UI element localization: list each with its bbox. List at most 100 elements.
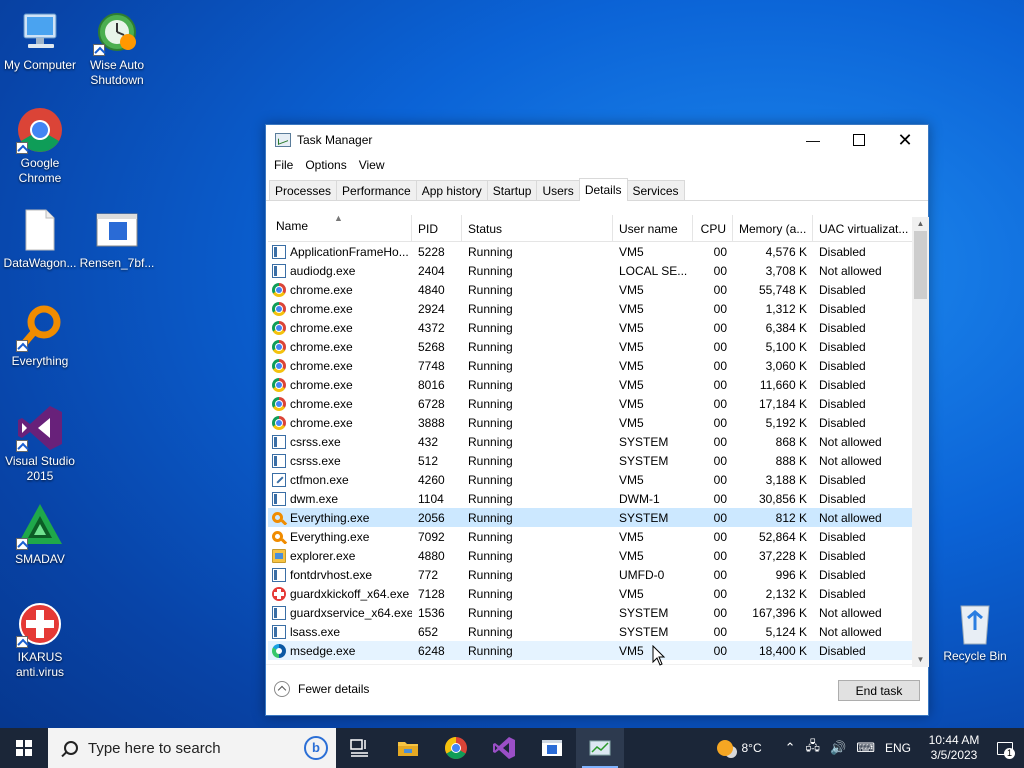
process-user: VM5	[619, 396, 644, 411]
table-row[interactable]: chrome.exe 4372 Running VM5 00 6,384 K Disable…	[268, 318, 914, 337]
process-pid: 1536	[418, 605, 445, 620]
process-memory: 55,748 K	[758, 282, 807, 297]
network-icon[interactable]: 🖧	[806, 737, 821, 759]
tab-users[interactable]: Users	[536, 180, 580, 200]
table-row[interactable]: audiodg.exe 2404 Running LOCAL SE... 00 3,708…	[268, 261, 914, 280]
desktop-icon-ikarus[interactable]: IKARUS anti.virus	[0, 600, 80, 680]
table-row[interactable]: chrome.exe 6728 Running VM5 00 17,184 K Disabl…	[268, 394, 914, 413]
table-row[interactable]: chrome.exe 4840 Running VM5 00 55,748 K Disabl…	[268, 280, 914, 299]
desktop-icon-smadav[interactable]: SMADAV	[0, 502, 80, 567]
tab-performance[interactable]: Performance	[336, 180, 417, 200]
vertical-scrollbar[interactable]: ▲ ▼	[912, 217, 929, 667]
table-row[interactable]: Everything.exe 7092 Running VM5 00 52,864 K Di…	[268, 527, 914, 546]
app-icon	[272, 263, 286, 278]
maximize-button[interactable]	[836, 125, 882, 155]
desktop-icon-visual-studio[interactable]: Visual Studio 2015	[0, 404, 80, 484]
table-row[interactable]: dwm.exe 1104 Running DWM-1 00 30,856 K Disable…	[268, 489, 914, 508]
fewer-details-button[interactable]: Fewer details	[274, 681, 369, 697]
process-name: fontdrvhost.exe	[268, 567, 412, 582]
column-memory[interactable]: Memory (a...	[733, 215, 813, 241]
table-row[interactable]: guardxkickoff_x64.exe 7128 Running VM5 00 2,1…	[268, 584, 914, 603]
scroll-up-icon[interactable]: ▲	[912, 217, 929, 231]
minimize-button[interactable]: —	[790, 125, 836, 155]
end-task-button[interactable]: End task	[838, 680, 920, 701]
close-button[interactable]: ✕	[882, 125, 928, 155]
bing-icon[interactable]: b	[304, 736, 328, 760]
process-status: Running	[468, 472, 513, 487]
process-memory: 5,124 K	[765, 624, 807, 639]
process-status: Running	[468, 244, 513, 259]
tab-startup[interactable]: Startup	[486, 180, 538, 200]
table-row[interactable]: msedge.exe 6248 Running VM5 00 18,400 K Disabl…	[268, 641, 914, 660]
desktop-icon-recycle-bin[interactable]: Recycle Bin	[938, 600, 1012, 663]
table-row[interactable]: explorer.exe 4880 Running VM5 00 37,228 K Disa…	[268, 546, 914, 565]
keyboard-icon[interactable]: ⌨	[856, 740, 875, 756]
table-row[interactable]: guardxservice_x64.exe 1536 Running SYSTEM 00…	[268, 603, 914, 622]
tab-app-history[interactable]: App history	[415, 180, 488, 200]
table-row[interactable]: chrome.exe 3888 Running VM5 00 5,192 K Disable…	[268, 413, 914, 432]
process-pid: 7092	[418, 529, 445, 544]
table-row[interactable]: lsass.exe 652 Running SYSTEM 00 5,124 K Not al…	[268, 622, 914, 641]
menu-file[interactable]: File	[268, 158, 299, 172]
window-footer: Fewer details End task	[266, 664, 928, 715]
close-icon: ✕	[897, 129, 913, 150]
desktop-icon-google-chrome[interactable]: Google Chrome	[0, 106, 80, 186]
table-row[interactable]: chrome.exe 2924 Running VM5 00 1,312 K Disable…	[268, 299, 914, 318]
process-status: Running	[468, 491, 513, 506]
process-uac: Disabled	[819, 301, 866, 316]
desktop-icon-rensen[interactable]: Rensen_7bf...	[77, 206, 157, 271]
smadav-icon	[16, 502, 64, 550]
table-row[interactable]: chrome.exe 5268 Running VM5 00 5,100 K Disable…	[268, 337, 914, 356]
process-memory: 37,228 K	[758, 548, 807, 563]
process-pid: 652	[418, 624, 439, 639]
taskbar-visual-studio[interactable]	[480, 728, 528, 768]
scroll-thumb[interactable]	[914, 231, 927, 299]
language-indicator[interactable]: ENG	[885, 741, 911, 755]
table-row[interactable]: Everything.exe 2056 Running SYSTEM 00 812 K No…	[268, 508, 914, 527]
taskbar-file-explorer[interactable]	[384, 728, 432, 768]
window-file-icon	[93, 206, 141, 254]
taskbar-chrome[interactable]	[432, 728, 480, 768]
table-row[interactable]: csrss.exe 512 Running SYSTEM 00 888 K Not allo…	[268, 451, 914, 470]
table-row[interactable]: fontdrvhost.exe 772 Running UMFD-0 00 996 K Di…	[268, 565, 914, 584]
menu-view[interactable]: View	[353, 158, 391, 172]
menu-options[interactable]: Options	[299, 158, 352, 172]
column-pid[interactable]: PID	[412, 215, 462, 241]
table-row[interactable]: msedge.exe6288RunningVM500936 KDisabled	[268, 660, 914, 663]
column-uac[interactable]: UAC virtualizat...	[813, 215, 914, 241]
desktop-icon-wise-auto-shutdown[interactable]: Wise Auto Shutdown	[77, 8, 157, 88]
process-user: SYSTEM	[619, 605, 669, 620]
table-row[interactable]: csrss.exe 432 Running SYSTEM 00 868 K Not allo…	[268, 432, 914, 451]
tab-details[interactable]: Details	[578, 178, 628, 201]
desktop-icon-everything[interactable]: Everything	[0, 304, 80, 369]
notifications-button[interactable]: 1	[986, 728, 1024, 768]
chrome-icon	[272, 301, 286, 316]
table-row[interactable]: chrome.exe 8016 Running VM5 00 11,660 K Disabl…	[268, 375, 914, 394]
column-cpu[interactable]: CPU	[693, 215, 733, 241]
taskbar-window-app[interactable]	[528, 728, 576, 768]
taskbar-search-box[interactable]: Type here to search b	[48, 728, 336, 768]
column-status[interactable]: Status	[462, 215, 613, 241]
tab-services[interactable]: Services	[626, 180, 685, 200]
table-row[interactable]: ctfmon.exe 4260 Running VM5 00 3,188 K Disable…	[268, 470, 914, 489]
process-pid: 2924	[418, 301, 445, 316]
desktop-icon-datawagon[interactable]: DataWagon...	[0, 206, 80, 271]
table-row[interactable]: ApplicationFrameHo... 5228 Running VM5 00 4,5…	[268, 242, 914, 261]
volume-icon[interactable]: 🔊	[830, 740, 846, 756]
column-user-name[interactable]: User name	[613, 215, 693, 241]
title-bar[interactable]: Task Manager — ✕	[266, 125, 928, 155]
chrome-icon	[272, 320, 286, 335]
taskbar-task-manager[interactable]	[576, 728, 624, 768]
task-view-button[interactable]	[336, 728, 384, 768]
clock[interactable]: 10:44 AM 3/5/2023	[922, 733, 986, 763]
start-button[interactable]	[0, 728, 48, 768]
table-row[interactable]: chrome.exe 7748 Running VM5 00 3,060 K Disable…	[268, 356, 914, 375]
chevron-up-icon[interactable]: ⌃	[785, 740, 796, 756]
weather-widget[interactable]: 8°C	[717, 740, 762, 756]
process-cpu: 00	[693, 663, 733, 664]
table-header: ▲ Name PID Status User name CPU Memory (…	[268, 215, 914, 242]
desktop-icon-my-computer[interactable]: My Computer	[0, 8, 80, 73]
column-name[interactable]: ▲ Name	[268, 215, 412, 241]
tab-processes[interactable]: Processes	[269, 180, 338, 200]
app-icon	[272, 491, 286, 506]
